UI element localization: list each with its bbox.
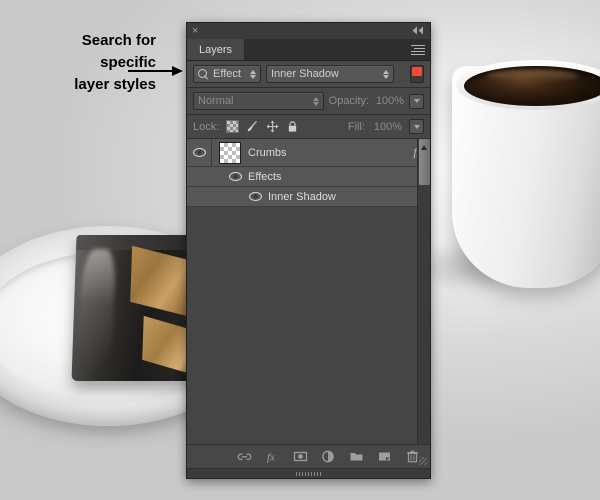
annotation-line-3: layer styles <box>74 75 156 93</box>
delete-layer-icon[interactable] <box>405 449 420 464</box>
panel-menu-icon[interactable] <box>411 45 425 55</box>
layer-filter-row: Effect Inner Shadow <box>187 61 430 88</box>
fill-dropdown-button[interactable] <box>409 119 424 134</box>
new-layer-icon[interactable] <box>377 449 392 464</box>
tab-layers-label: Layers <box>199 43 233 56</box>
arrow-right-icon <box>128 66 186 76</box>
eye-icon <box>249 192 262 201</box>
blend-opacity-row: Normal Opacity: 100% <box>187 88 430 115</box>
layers-list[interactable]: Crumbs fx Effects Inner Shadow <box>187 139 430 444</box>
cake-gloss-highlight <box>77 249 117 373</box>
coffee-sheen <box>486 70 578 82</box>
svg-text:fx: fx <box>267 452 275 464</box>
fill-label: Fill: <box>347 120 365 133</box>
annotation-text: Search for specific layer styles <box>8 30 156 95</box>
lock-all-icon[interactable] <box>286 120 299 133</box>
scroll-up-icon[interactable] <box>421 145 427 150</box>
search-icon <box>198 68 209 80</box>
opacity-label: Opacity: <box>328 95 369 107</box>
filter-effect-value: Inner Shadow <box>271 68 339 80</box>
lock-image-pixels-icon[interactable] <box>246 120 259 133</box>
link-layers-icon[interactable] <box>237 449 252 464</box>
layer-visibility-toggle[interactable] <box>187 139 212 166</box>
annotation-line-1: Search for <box>81 32 156 49</box>
blend-mode-select[interactable]: Normal <box>193 92 324 110</box>
panel-titlebar: × <box>187 23 430 39</box>
effects-group-row[interactable]: Effects <box>187 167 430 187</box>
panel-tabstrip: Layers <box>187 39 430 61</box>
new-group-icon[interactable] <box>349 449 364 464</box>
filter-effect-select[interactable]: Inner Shadow <box>266 65 394 83</box>
lock-position-icon[interactable] <box>266 120 279 133</box>
fill-value[interactable]: 100% <box>372 121 402 133</box>
filter-effect-stepper[interactable] <box>379 69 389 79</box>
lock-fill-row: Lock: Fill: 100% <box>187 115 430 139</box>
filter-kind-select[interactable]: Effect <box>193 65 261 83</box>
screenshot-stage: Search for specific layer styles × Layer… <box>0 0 600 500</box>
eye-icon <box>192 148 206 157</box>
close-icon[interactable]: × <box>192 25 198 37</box>
filter-kind-stepper[interactable] <box>246 69 256 79</box>
lock-label: Lock: <box>193 120 220 133</box>
new-adjustment-layer-icon[interactable] <box>321 449 336 464</box>
effect-item-row[interactable]: Inner Shadow <box>187 187 430 207</box>
layer-name: Crumbs <box>248 146 287 159</box>
effect-item-label: Inner Shadow <box>268 190 336 203</box>
layers-scrollbar[interactable] <box>417 139 430 444</box>
filter-enable-toggle[interactable] <box>410 65 424 83</box>
effects-group-label: Effects <box>248 170 282 183</box>
panel-resize-grip[interactable] <box>187 468 430 478</box>
opacity-dropdown-button[interactable] <box>409 93 424 109</box>
panel-corner-grip[interactable] <box>419 457 427 465</box>
eye-icon <box>229 172 242 181</box>
lock-transparent-pixels-icon[interactable] <box>226 120 240 133</box>
add-layer-style-icon[interactable]: fx <box>265 449 280 464</box>
blend-mode-stepper[interactable] <box>309 96 319 106</box>
filter-kind-value: Effect <box>213 68 241 80</box>
add-layer-mask-icon[interactable] <box>293 449 308 464</box>
table-row[interactable]: Crumbs fx <box>187 139 430 167</box>
layer-thumbnail[interactable] <box>219 141 241 164</box>
blend-mode-value: Normal <box>198 95 234 107</box>
layers-bottom-toolbar: fx <box>187 444 430 468</box>
tab-layers[interactable]: Layers <box>187 39 246 60</box>
opacity-value[interactable]: 100% <box>374 95 404 107</box>
collapse-panel-icon[interactable] <box>411 26 425 37</box>
cake-slice <box>71 235 205 381</box>
layers-panel: × Layers Effect Inner Shadow Normal Opac… <box>186 22 431 479</box>
cake-sponge-upper <box>130 245 190 317</box>
